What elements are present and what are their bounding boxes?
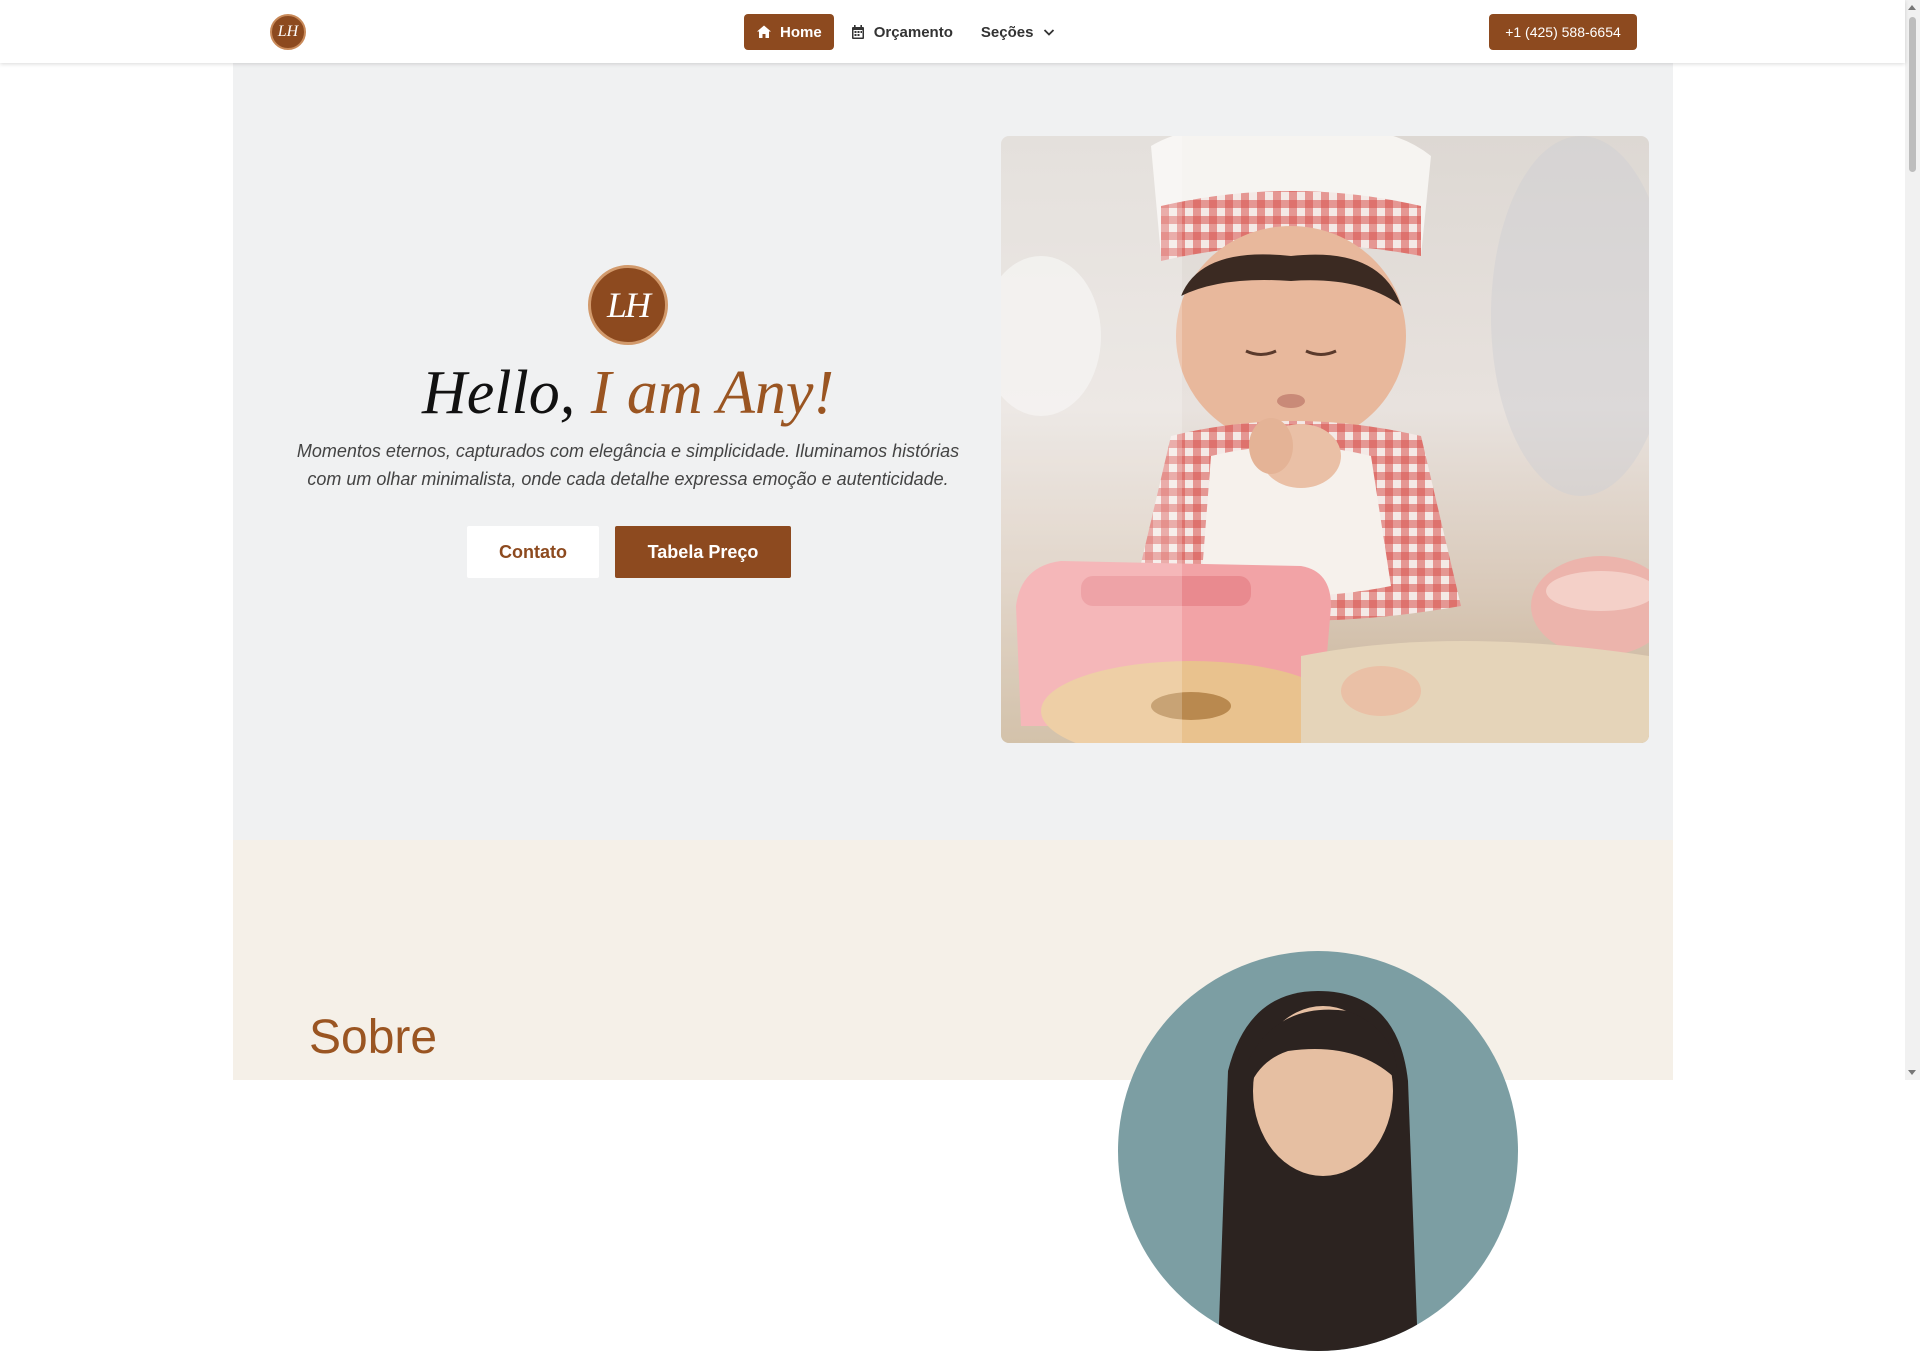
nav-secoes-dropdown[interactable]: Seções — [969, 14, 1070, 50]
hero-logo: LH — [588, 265, 668, 345]
scroll-up-icon[interactable] — [1908, 5, 1916, 10]
page-scrollbar[interactable] — [1905, 0, 1920, 1080]
hero-photo — [1001, 136, 1649, 743]
calendar-icon — [851, 25, 864, 39]
scroll-down-icon[interactable] — [1908, 1070, 1916, 1075]
pricing-button[interactable]: Tabela Preço — [615, 526, 791, 578]
nav-secoes-label: Seções — [980, 23, 1034, 41]
phone-label: +1 (425) 588-6654 — [1505, 24, 1621, 40]
logo-text: LH — [277, 23, 299, 40]
contact-button-label: Contato — [499, 541, 567, 562]
hero-title: Hello, I am Any! — [233, 353, 1023, 433]
nav-orcamento-label: Orçamento — [873, 23, 953, 41]
hero-logo-text: LH — [606, 285, 651, 325]
navbar: LH Home Orçamento Seções +1 (425) 588-66… — [0, 0, 1905, 63]
about-photo — [1118, 951, 1518, 1351]
photo-overlay — [1001, 136, 1182, 743]
portrait-illustration — [1218, 991, 1418, 1351]
hero-title-accent: I am Any! — [590, 359, 835, 427]
hero-title-prefix: Hello, — [421, 359, 576, 427]
about-title: Sobre — [309, 1011, 438, 1064]
nav-links: Home Orçamento Seções — [744, 14, 1073, 50]
nav-orcamento[interactable]: Orçamento — [838, 14, 965, 50]
phone-button[interactable]: +1 (425) 588-6654 — [1489, 14, 1637, 50]
home-icon — [757, 25, 771, 38]
pricing-button-label: Tabela Preço — [647, 541, 759, 562]
chevron-down-icon — [1044, 29, 1055, 36]
logo[interactable]: LH — [270, 14, 306, 50]
nav-home-label: Home — [780, 23, 822, 41]
about-section: Sobre — [233, 840, 1673, 1351]
hero-subtitle: Momentos eternos, capturados com elegânc… — [296, 441, 960, 489]
scroll-thumb[interactable] — [1909, 17, 1916, 172]
hero-section: LH Hello, I am Any! Momentos eternos, ca… — [233, 63, 1673, 840]
contact-button[interactable]: Contato — [467, 526, 599, 578]
nav-home[interactable]: Home — [744, 14, 834, 50]
